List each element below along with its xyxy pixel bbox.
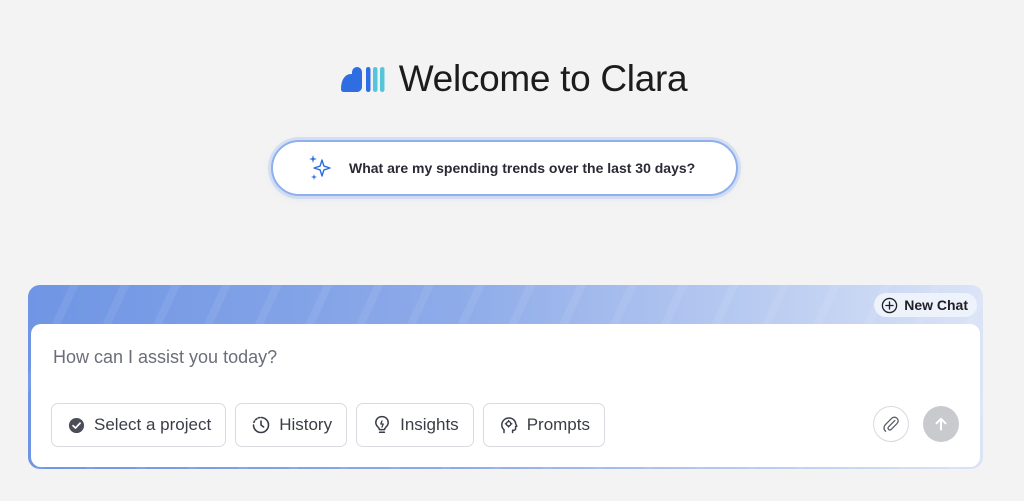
history-label: History bbox=[279, 415, 333, 434]
history-icon bbox=[252, 416, 270, 434]
check-circle-icon bbox=[68, 417, 85, 433]
suggestion-text: What are my spending trends over the las… bbox=[349, 160, 696, 176]
sparkle-icon bbox=[309, 155, 331, 180]
history-button[interactable]: History bbox=[235, 403, 348, 447]
prompts-label: Prompts bbox=[526, 415, 590, 434]
prompts-button[interactable]: Prompts bbox=[482, 403, 605, 447]
paperclip-icon bbox=[883, 416, 899, 432]
attach-button[interactable] bbox=[873, 406, 909, 442]
send-button[interactable] bbox=[923, 406, 959, 442]
clara-logo-icon bbox=[340, 67, 385, 92]
chat-input[interactable] bbox=[53, 347, 933, 368]
chat-composer: Select a project History bbox=[31, 324, 980, 467]
plus-circle-icon bbox=[881, 297, 898, 313]
brain-icon bbox=[500, 417, 518, 434]
new-chat-button[interactable]: New Chat bbox=[874, 293, 977, 317]
select-project-label: Select a project bbox=[94, 415, 212, 434]
welcome-header: Welcome to Clara bbox=[0, 58, 1024, 100]
composer-toolbar: Select a project History Insights Prompt… bbox=[51, 403, 614, 447]
page-title: Welcome to Clara bbox=[398, 58, 688, 99]
chat-panel: New Chat Select a project bbox=[28, 285, 983, 469]
insights-button[interactable]: Insights bbox=[356, 403, 474, 447]
insights-label: Insights bbox=[400, 415, 459, 434]
new-chat-label: New Chat bbox=[904, 297, 968, 313]
arrow-up-icon bbox=[935, 417, 947, 431]
suggestion-prompt-button[interactable]: What are my spending trends over the las… bbox=[271, 140, 738, 196]
select-project-button[interactable]: Select a project bbox=[51, 403, 227, 447]
clara-home: Welcome to Clara What are my spending tr… bbox=[0, 0, 1024, 501]
lightbulb-icon bbox=[375, 415, 390, 433]
